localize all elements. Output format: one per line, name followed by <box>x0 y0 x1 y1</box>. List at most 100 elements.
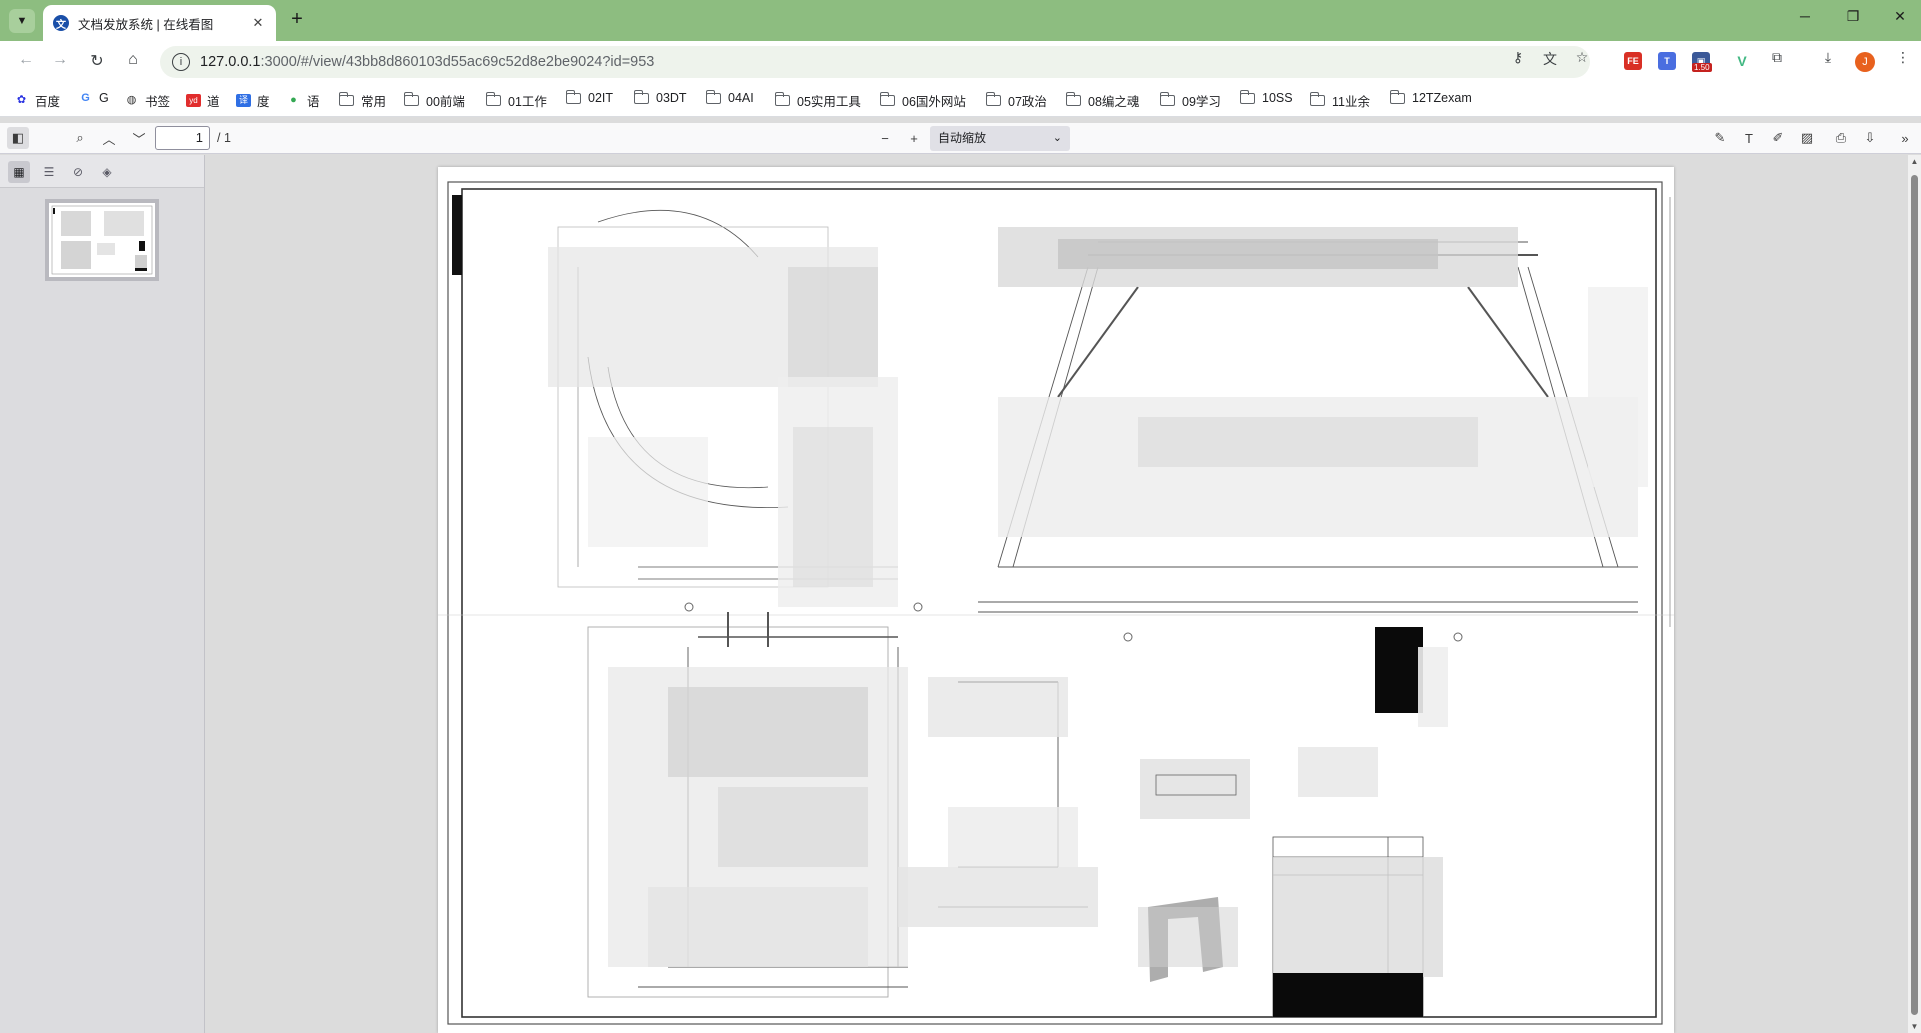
reload-icon[interactable]: ↻ <box>86 51 108 71</box>
previous-page-icon[interactable]: ︿ <box>98 127 120 149</box>
save-icon[interactable]: ⇩ <box>1859 127 1881 149</box>
url-text[interactable]: 127.0.0.1:3000/#/view/43bb8d860103d55ac6… <box>200 54 654 70</box>
forward-arrow-icon[interactable]: → <box>49 51 71 69</box>
scroll-up-icon[interactable]: ▲ <box>1908 157 1921 166</box>
bookmark-item[interactable]: ✿ 百度 <box>14 91 60 110</box>
folder-icon <box>485 92 501 106</box>
bookmark-folder[interactable]: 常用 <box>338 91 386 110</box>
draw-icon[interactable]: ✐ <box>1767 127 1789 149</box>
scrollbar-thumb[interactable] <box>1911 175 1918 1015</box>
page-number-input[interactable]: 1 <box>155 126 210 150</box>
folder-icon <box>985 92 1001 106</box>
bookmark-folder[interactable]: 12TZexam <box>1389 89 1472 105</box>
thumbnails-view-icon[interactable]: ▦ <box>8 161 30 183</box>
tab-title: 文档发放系统 | 在线看图 <box>78 17 214 32</box>
outline-view-icon[interactable]: ☰ <box>38 161 60 183</box>
url-host: 127.0.0.1 <box>200 54 261 70</box>
password-key-icon[interactable]: ⚷ <box>1508 49 1528 66</box>
bookmark-folder[interactable]: 08编之魂 <box>1065 91 1139 110</box>
home-icon[interactable]: ⌂ <box>122 51 144 69</box>
page-thumbnail[interactable] <box>45 199 159 281</box>
tab-search-button[interactable]: ▼ <box>9 9 35 33</box>
zoom-out-icon[interactable]: − <box>874 127 896 149</box>
bookmarks-bar: ✿ 百度 GG ◍ 书签 yd 道 译度 ● 语 常用 00前端 01工作 02IT 0… <box>0 83 1921 117</box>
pdf-toolbar: ◧ ⌕ ︿ ﹀ 1 / 1 − + 自动缩放 ⌄ ✎ T ✐ ▨ ⎙ ⇩ » <box>0 123 1921 154</box>
page-count: / 1 <box>217 131 231 145</box>
folder-icon <box>705 89 721 104</box>
more-tools-icon[interactable]: » <box>1894 127 1916 149</box>
bookmark-folder[interactable]: 02IT <box>565 89 613 105</box>
bookmark-folder[interactable]: 09学习 <box>1159 91 1221 110</box>
active-tab[interactable]: 文 文档发放系统 | 在线看图 ✕ <box>43 5 276 41</box>
extension-badge: 1.50 <box>1692 63 1712 72</box>
bookmark-folder[interactable]: 11业余 <box>1309 91 1370 110</box>
navigation-bar: ← → ↻ ⌂ i 127.0.0.1:3000/#/view/43bb8d86… <box>0 41 1921 83</box>
close-window-icon[interactable]: ✕ <box>1890 8 1910 25</box>
back-arrow-icon[interactable]: ← <box>15 51 37 69</box>
zoom-select-value: 自动缩放 <box>938 131 987 145</box>
thumbnail-drawing <box>51 205 153 275</box>
bookmark-folder[interactable]: 10SS <box>1239 89 1293 105</box>
text-tool-icon[interactable]: T <box>1738 127 1760 149</box>
pdf-page <box>438 167 1674 1033</box>
globe-icon: ◍ <box>126 94 137 106</box>
bookmark-item[interactable]: 译度 <box>236 91 270 110</box>
next-page-icon[interactable]: ﹀ <box>128 127 150 149</box>
scroll-down-icon[interactable]: ▼ <box>1908 1022 1921 1031</box>
menu-kebab-icon[interactable]: ⋮ <box>1893 49 1913 66</box>
extensions-puzzle-icon[interactable]: ⧉ <box>1767 49 1787 66</box>
leaf-icon: ● <box>290 94 297 106</box>
address-bar[interactable]: i 127.0.0.1:3000/#/view/43bb8d860103d55a… <box>160 46 1590 78</box>
zoom-select[interactable]: 自动缩放 ⌄ <box>930 126 1070 151</box>
bookmark-folder[interactable]: 06国外网站 <box>879 91 966 110</box>
google-icon: G <box>81 91 90 104</box>
folder-icon <box>338 92 354 106</box>
sidebar-tabs: ▦ ☰ ⊘ ◈ <box>0 155 204 188</box>
tab-strip: ▼ 文 文档发放系统 | 在线看图 ✕ + ─ ❐ ✕ <box>0 0 1921 41</box>
document-viewer[interactable] <box>206 155 1908 1033</box>
image-icon[interactable]: ▨ <box>1796 127 1818 149</box>
folder-icon <box>1159 92 1175 106</box>
folder-icon <box>1065 92 1081 106</box>
highlight-pen-icon[interactable]: ✎ <box>1709 127 1731 149</box>
thumbnail-sidebar: ▦ ☰ ⊘ ◈ <box>0 155 205 1033</box>
bookmark-item[interactable]: yd 道 <box>186 91 220 110</box>
bookmark-folder[interactable]: 04AI <box>705 89 754 105</box>
bookmark-star-icon[interactable]: ☆ <box>1572 49 1592 66</box>
new-tab-button[interactable]: + <box>285 8 309 31</box>
attachments-view-icon[interactable]: ⊘ <box>67 161 89 183</box>
close-tab-icon[interactable]: ✕ <box>250 15 266 31</box>
minimize-icon[interactable]: ─ <box>1795 8 1815 24</box>
bookmark-item[interactable]: GG <box>78 91 109 105</box>
translate-page-icon[interactable]: 文 <box>1540 49 1560 69</box>
site-info-icon[interactable]: i <box>172 53 190 71</box>
sidebar-toggle-icon[interactable]: ◧ <box>7 127 29 149</box>
bookmark-item[interactable]: ◍ 书签 <box>124 91 170 110</box>
site-favicon-icon: 文 <box>53 15 69 31</box>
extension-translate-icon[interactable]: T <box>1658 52 1676 70</box>
translate-icon: 译 <box>236 94 251 107</box>
folder-icon <box>1309 92 1325 106</box>
vertical-scrollbar[interactable]: ▲ ▼ <box>1908 155 1921 1033</box>
bookmark-folder[interactable]: 00前端 <box>403 91 465 110</box>
download-icon[interactable]: ⤓ <box>1818 49 1838 66</box>
folder-icon <box>1389 89 1405 104</box>
search-icon[interactable]: ⌕ <box>69 127 91 149</box>
zoom-in-icon[interactable]: + <box>903 127 925 149</box>
folder-icon <box>633 89 649 104</box>
chevron-down-icon: ▼ <box>16 15 28 27</box>
baidu-icon: ✿ <box>16 94 27 106</box>
restore-icon[interactable]: ❐ <box>1843 8 1863 25</box>
extension-vue-icon[interactable]: V <box>1733 52 1751 70</box>
bookmark-folder[interactable]: 07政治 <box>985 91 1047 110</box>
bookmark-folder[interactable]: 01工作 <box>485 91 547 110</box>
profile-avatar[interactable]: J <box>1855 52 1875 72</box>
bookmark-folder[interactable]: 05实用工具 <box>774 91 861 110</box>
extension-fe-icon[interactable]: FE <box>1624 52 1642 70</box>
folder-icon <box>403 92 419 106</box>
bookmark-folder[interactable]: 03DT <box>633 89 687 105</box>
print-icon[interactable]: ⎙ <box>1830 127 1852 149</box>
layers-view-icon[interactable]: ◈ <box>96 161 118 183</box>
chevron-down-icon: ⌄ <box>1052 132 1062 144</box>
bookmark-item[interactable]: ● 语 <box>286 91 319 110</box>
